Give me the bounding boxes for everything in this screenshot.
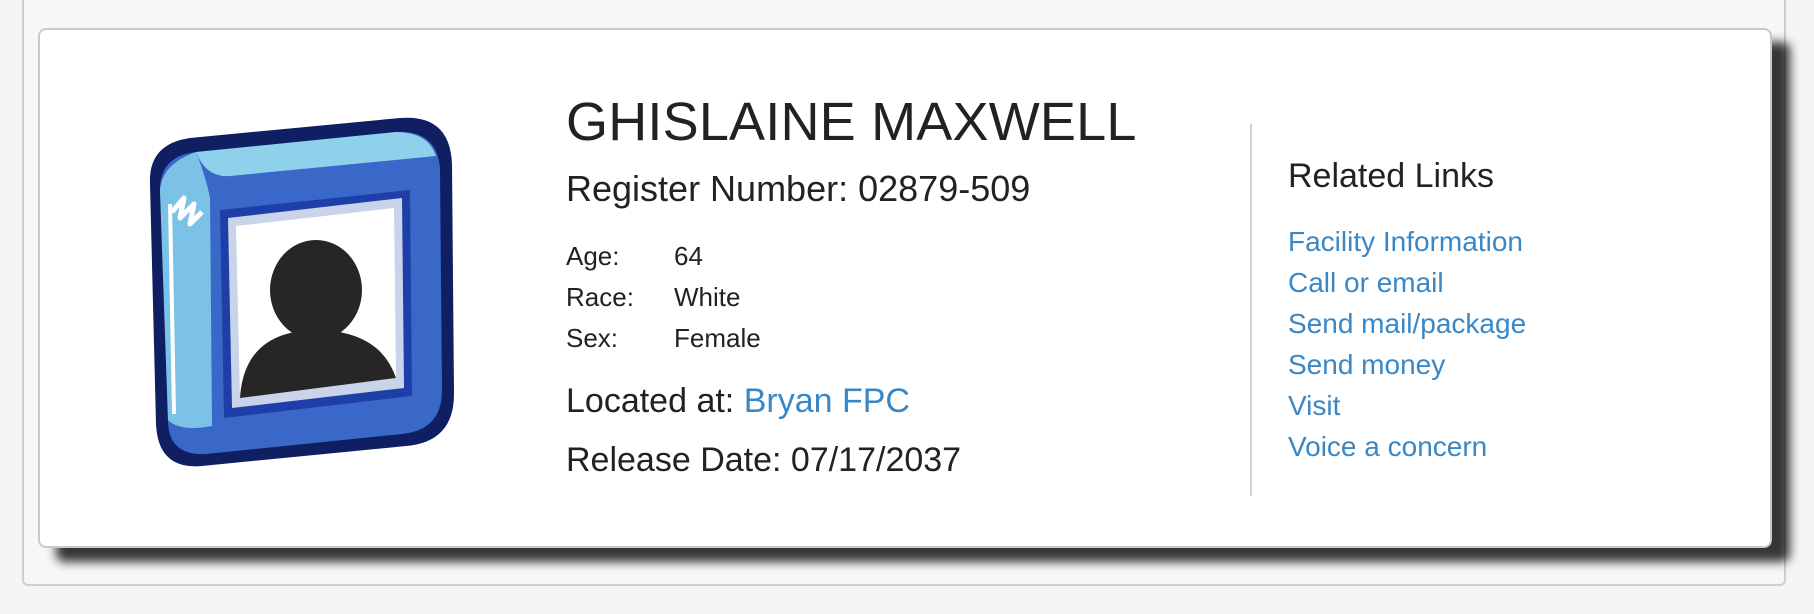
link-visit[interactable]: Visit: [1288, 390, 1340, 421]
inmate-name: GHISLAINE MAXWELL: [566, 92, 1137, 152]
detail-row-age: Age: 64: [566, 236, 1246, 277]
link-voice-a-concern[interactable]: Voice a concern: [1288, 431, 1487, 462]
person-placeholder-icon: [149, 117, 454, 467]
link-send-money[interactable]: Send money: [1288, 349, 1445, 380]
register-number-value: 02879-509: [858, 167, 1031, 209]
release-date-label: Release Date:: [566, 440, 782, 479]
list-item: Visit: [1288, 385, 1708, 426]
register-number-label: Register Number:: [566, 167, 849, 209]
list-item: Call or email: [1288, 262, 1708, 303]
located-at-label: Located at:: [566, 381, 735, 420]
age-value: 64: [674, 240, 703, 271]
vertical-divider: [1250, 124, 1252, 496]
release-date-line: Release Date: 07/17/2037: [566, 440, 1246, 481]
related-links: Related Links Facility Information Call …: [1288, 156, 1708, 467]
list-item: Facility Information: [1288, 221, 1708, 262]
race-label: Race:: [566, 281, 634, 312]
list-item: Voice a concern: [1288, 426, 1708, 467]
sex-label: Sex:: [566, 322, 619, 353]
link-send-mail-package[interactable]: Send mail/package: [1288, 308, 1526, 339]
age-label: Age:: [566, 240, 620, 271]
register-number-line: Register Number: 02879-509: [566, 167, 1246, 210]
related-links-title: Related Links: [1288, 157, 1495, 195]
race-value: White: [674, 281, 741, 312]
link-facility-information[interactable]: Facility Information: [1288, 226, 1523, 257]
inmate-info: GHISLAINE MAXWELL Register Number: 02879…: [566, 90, 1246, 481]
list-item: Send mail/package: [1288, 303, 1708, 344]
facility-link[interactable]: Bryan FPC: [744, 382, 910, 420]
sex-value: Female: [674, 322, 761, 353]
detail-row-race: Race: White: [566, 277, 1246, 318]
inmate-details: Age: 64 Race: White Sex: Female: [566, 236, 1246, 359]
inmate-card: GHISLAINE MAXWELL Register Number: 02879…: [38, 28, 1772, 548]
list-item: Send money: [1288, 344, 1708, 385]
related-links-list: Facility Information Call or email Send …: [1288, 221, 1708, 467]
located-at-line: Located at: Bryan FPC: [566, 381, 1246, 422]
link-call-or-email[interactable]: Call or email: [1288, 267, 1444, 298]
release-date-value: 07/17/2037: [790, 440, 962, 479]
detail-row-sex: Sex: Female: [566, 318, 1246, 359]
